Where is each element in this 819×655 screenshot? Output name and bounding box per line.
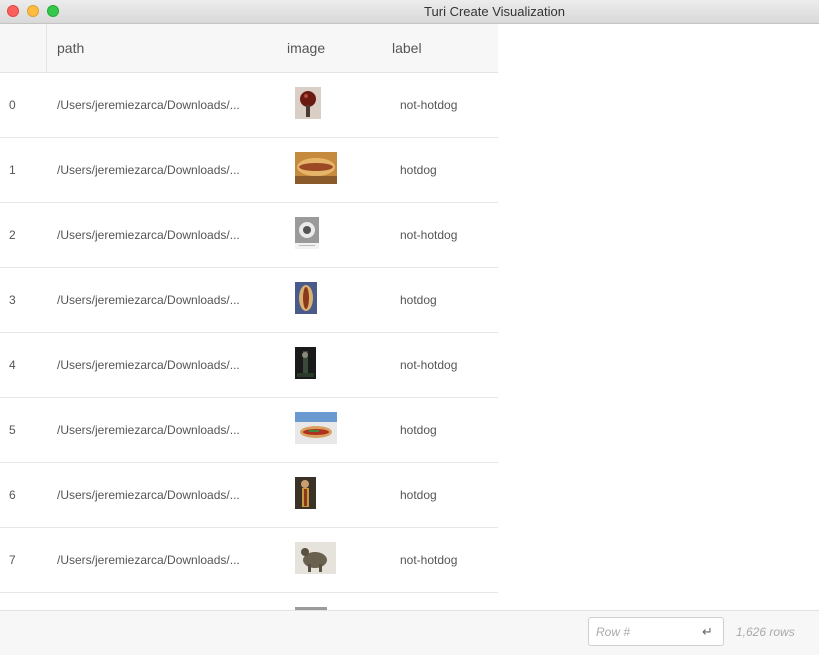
label-cell: not-hotdog [400,553,458,567]
app-window: Turi Create Visualization path image lab… [0,0,819,655]
label-cell: hotdog [400,293,437,307]
image-thumbnail[interactable] [295,412,337,444]
table-row[interactable]: 0 /Users/jeremiezarca/Downloads/... not-… [0,73,498,138]
table-row[interactable]: 4 /Users/jeremiezarca/Downloads/... not-… [0,333,498,398]
table-row[interactable]: 6 /Users/jeremiezarca/Downloads/... hotd… [0,463,498,528]
label-cell: not-hotdog [400,98,458,112]
row-index: 3 [9,293,16,307]
image-thumbnail[interactable] [295,477,316,509]
label-cell: hotdog [400,163,437,177]
image-thumbnail[interactable] [295,542,336,574]
image-thumbnail[interactable] [295,152,337,184]
row-index: 2 [9,228,16,242]
label-cell: not-hotdog [400,228,458,242]
return-arrow-icon[interactable]: ↵ [702,624,713,640]
table-row[interactable]: 3 /Users/jeremiezarca/Downloads/... hotd… [0,268,498,333]
window-title: Turi Create Visualization [424,4,565,19]
column-header-label[interactable]: label [392,40,422,56]
path-cell: /Users/jeremiezarca/Downloads/... [57,228,240,242]
image-thumbnail[interactable] [295,217,319,249]
path-cell: /Users/jeremiezarca/Downloads/... [57,488,240,502]
table-row[interactable]: 1 /Users/jeremiezarca/Downloads/... hotd… [0,138,498,203]
path-cell: /Users/jeremiezarca/Downloads/... [57,293,240,307]
label-cell: not-hotdog [400,358,458,372]
label-cell: hotdog [400,488,437,502]
table-row[interactable]: 5 /Users/jeremiezarca/Downloads/... hotd… [0,398,498,463]
image-thumbnail[interactable] [295,347,316,379]
index-column-divider [46,24,47,72]
table-row[interactable] [0,593,498,610]
row-index: 0 [9,98,16,112]
label-cell: hotdog [400,423,437,437]
table-footer: ↵ 1,626 rows [0,610,819,655]
image-thumbnail[interactable] [295,282,317,314]
title-bar: Turi Create Visualization [0,0,819,24]
column-header-path[interactable]: path [57,40,84,56]
path-cell: /Users/jeremiezarca/Downloads/... [57,423,240,437]
table-header: path image label [0,24,498,73]
data-table: path image label 0 /Users/jeremiezarca/D… [0,24,498,610]
path-cell: /Users/jeremiezarca/Downloads/... [57,163,240,177]
row-index: 4 [9,358,16,372]
path-cell: /Users/jeremiezarca/Downloads/... [57,98,240,112]
table-row[interactable]: 2 /Users/jeremiezarca/Downloads/... not-… [0,203,498,268]
row-index: 5 [9,423,16,437]
table-row[interactable]: 7 /Users/jeremiezarca/Downloads/... not-… [0,528,498,593]
path-cell: /Users/jeremiezarca/Downloads/... [57,553,240,567]
image-thumbnail[interactable] [295,87,321,119]
row-index: 1 [9,163,16,177]
column-header-image[interactable]: image [287,40,325,56]
row-count-label: 1,626 rows [736,625,795,639]
path-cell: /Users/jeremiezarca/Downloads/... [57,358,240,372]
row-index: 7 [9,553,16,567]
row-index: 6 [9,488,16,502]
